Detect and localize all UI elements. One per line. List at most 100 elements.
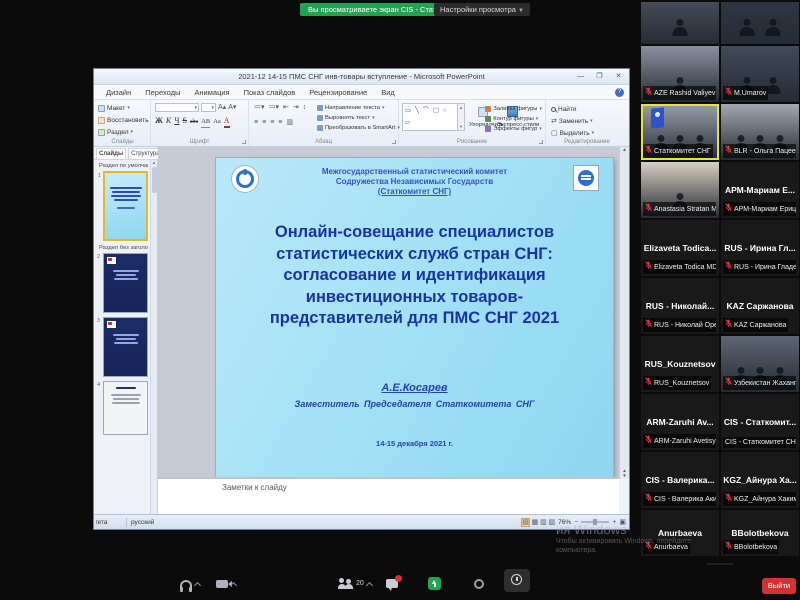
record-button[interactable] [474,579,484,589]
participant-tile[interactable]: АРМ-Мариам Е...АРМ-Мариам Ерицян [721,162,799,218]
line-spacing-icon[interactable]: ↕ [303,103,307,112]
fit-window-icon[interactable]: ▣ [619,518,626,526]
ribbon-tab[interactable]: Вид [374,85,402,100]
minimize-button[interactable]: — [573,71,588,82]
participant-tile[interactable]: RUS - Николай...RUS - Николай Орех... [641,278,719,334]
reactions-timer-button[interactable] [504,569,530,592]
zoom-slider[interactable] [581,521,609,523]
font-format-button[interactable]: abc [190,117,198,127]
section-button[interactable]: Раздел▾ [98,127,150,137]
font-dialog-launcher[interactable] [242,140,246,144]
participant-tile[interactable]: KAZ СаржановаKAZ Саржанова [721,278,799,334]
layout-button[interactable]: Макет▾ [98,103,150,113]
language-indicator[interactable]: русский [131,519,154,526]
shape-outline-button[interactable]: Контур фигуры▾ [485,114,542,124]
slideshow-icon[interactable]: ▧ [549,519,556,526]
reset-button[interactable]: Восстановить [98,115,150,125]
ribbon-tab[interactable]: Дизайн [99,85,138,100]
font-format-button[interactable]: Аа [213,117,221,127]
slide[interactable]: Межгосударственный статистический комите… [216,158,613,478]
zoom-in-icon[interactable]: + [612,519,616,526]
participant-tile[interactable]: Статкомитет СНГ [641,104,719,160]
chevron-up-icon[interactable] [194,582,201,589]
font-name-combo[interactable]: ▾ [155,103,199,112]
grow-font-icon[interactable]: А▴ [218,103,226,112]
notes-pane[interactable]: Заметки к слайду [158,477,619,514]
normal-view-icon[interactable]: ▤ [521,518,530,527]
participants-button[interactable]: 20 [338,578,372,589]
view-settings-button[interactable]: Настройки просмотра ▼ [434,3,530,16]
font-format-button[interactable]: АВ [201,117,210,128]
close-button[interactable]: ✕ [611,71,626,82]
reading-view-icon[interactable]: ▥ [540,519,547,526]
find-button[interactable]: Найти [551,104,628,114]
drawing-dialog-launcher[interactable] [539,140,543,144]
participant-tile[interactable]: CIS - Валерика...CIS - Валерика Акин... [641,452,719,508]
participant-tile[interactable] [641,2,719,44]
font-format-button[interactable]: Ч [174,116,179,126]
ribbon-tab[interactable]: Рецензирование [302,85,374,100]
slide-section-header[interactable]: Раздел по умолчанию [99,163,148,169]
shapes-scroll[interactable]: ▲▼ [458,103,465,131]
participant-tile[interactable]: BBolotbekovaBBolotbekova [721,510,799,556]
font-format-button[interactable]: Ж [155,116,163,126]
zoom-out-icon[interactable]: − [574,519,578,526]
columns-icon[interactable]: ▥ [286,118,293,127]
font-size-combo[interactable]: ▾ [201,103,216,112]
tab-slides[interactable]: Слайды [96,148,126,159]
font-format-button[interactable]: А [224,116,230,128]
view-mode-buttons[interactable]: ▤ ▦ ▥ ▧ [521,518,555,526]
replace-button[interactable]: ⇄ Заменить▾ [551,116,628,126]
shapes-gallery[interactable]: ▭ ╲ ⌒ ▢ ○ ▱△ ◇ ☆ ( ) ⬠ [402,103,458,131]
slide-thumbnail[interactable]: 3 [103,317,148,377]
shape-fill-button[interactable]: Заливка фигуры▾ [485,104,542,114]
participant-tile[interactable]: Узбекистан Жаханга... [721,336,799,392]
indent-decrease-icon[interactable]: ⇤ [283,103,289,112]
font-format-button[interactable]: S [182,116,186,126]
slide-section-header[interactable]: Раздел без заголовка [99,245,148,251]
participant-tile[interactable]: AnurbaevaAnurbaeva [641,510,719,556]
shape-effects-button[interactable]: Эффекты фигур▾ [485,124,542,134]
panel-scrollbar[interactable]: ▲ [150,160,157,514]
justify-icon[interactable]: ≡ [278,118,282,127]
ribbon-tab[interactable]: Анимация [187,85,236,100]
participant-tile[interactable]: Elizaveta Todica...Elizaveta Todica MDA [641,220,719,276]
participant-tile[interactable]: RUS_KouznetsovRUS_Kouznetsov [641,336,719,392]
ribbon-tab[interactable]: Показ слайдов [237,85,303,100]
shrink-font-icon[interactable]: А▾ [228,103,236,112]
participant-tile[interactable]: BLR - Ольга Пацеева [721,104,799,160]
align-right-icon[interactable]: ≡ [270,118,274,127]
align-text-button[interactable]: Выровнять текст▾ [317,113,400,123]
participant-tile[interactable]: ARM-Zaruhi Av...ARM-Zaruhi Avetisyan [641,394,719,450]
font-format-button[interactable]: К [166,116,171,126]
restore-button[interactable]: ❐ [592,71,607,82]
participant-tile[interactable]: CIS - Статкомит...CIS - Статкомитет СНГ [721,394,799,450]
select-button[interactable]: ▢ Выделить▾ [551,128,628,138]
sorter-view-icon[interactable]: ▦ [532,519,539,526]
chevron-up-icon[interactable] [366,581,373,588]
bullets-icon[interactable]: ≔▾ [254,103,265,112]
participant-tile[interactable] [721,2,799,44]
paragraph-dialog-launcher[interactable] [392,140,396,144]
smartart-button[interactable]: Преобразовать в SmartArt▾ [317,123,400,133]
align-center-icon[interactable]: ≡ [262,118,266,127]
video-button[interactable] [216,580,236,588]
align-left-icon[interactable]: ≡ [254,118,258,127]
ribbon-tab[interactable]: Переходы [138,85,187,100]
numbering-icon[interactable]: ≕▾ [269,103,280,112]
share-screen-button[interactable] [428,577,441,590]
slide-scrollbar[interactable]: ▲ ▲▼ [619,147,629,479]
chevron-up-icon[interactable] [230,582,237,589]
participant-tile[interactable]: AZE Rashid Valiyev [641,46,719,102]
chat-button[interactable] [386,579,398,588]
indent-increase-icon[interactable]: ⇥ [293,103,299,112]
slide-thumbnail[interactable]: 4 [103,381,148,435]
leave-meeting-button[interactable]: Выйти [762,578,796,594]
participant-tile[interactable]: Anastasia Stratan MDA [641,162,719,218]
audio-button[interactable] [180,580,200,588]
participant-tile[interactable]: KGZ_Айнура Ха...KGZ_Айнура Хакимова [721,452,799,508]
slide-thumbnail[interactable]: 2 [103,253,148,313]
text-direction-button[interactable]: Направление текста▾ [317,103,400,113]
participant-tile[interactable]: RUS - Ирина Гл...RUS - Ирина Гладел... [721,220,799,276]
participant-tile[interactable]: M.Umarov [721,46,799,102]
